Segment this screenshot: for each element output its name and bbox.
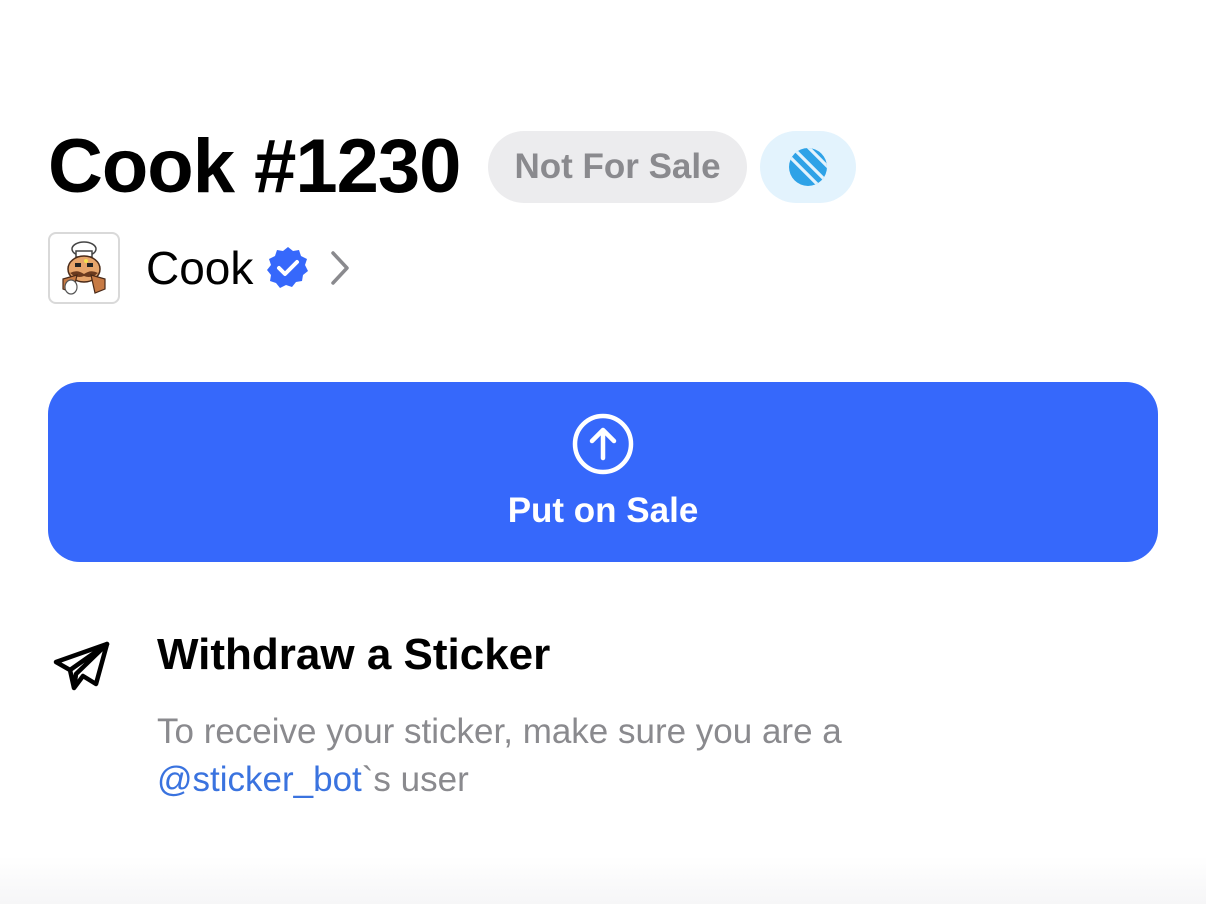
bottom-sheet-edge (0, 856, 1206, 904)
page-title: Cook #1230 (48, 124, 461, 209)
withdraw-description-suffix: `s user (361, 760, 469, 799)
put-on-sale-button[interactable]: Put on Sale (48, 382, 1158, 562)
chef-sticker-image (62, 241, 106, 295)
status-badge: Not For Sale (488, 131, 747, 203)
withdraw-description-prefix: To receive your sticker, make sure you a… (157, 712, 842, 751)
collection-link[interactable]: Cook (48, 232, 351, 304)
withdraw-description: To receive your sticker, make sure you a… (157, 708, 1057, 804)
put-on-sale-label: Put on Sale (507, 491, 699, 530)
collection-thumbnail (48, 232, 120, 304)
ton-icon (788, 148, 827, 186)
title-row: Cook #1230 Not For Sale (48, 122, 856, 212)
sticker-bot-link[interactable]: @sticker_bot (157, 760, 362, 799)
arrow-up-circle-icon (572, 413, 634, 475)
verified-badge-icon (265, 245, 311, 291)
withdraw-title: Withdraw a Sticker (157, 630, 551, 679)
chevron-right-icon (329, 250, 351, 286)
collection-name: Cook (146, 242, 254, 294)
ton-currency-badge[interactable] (759, 131, 856, 203)
sticker-detail-page: Cook #1230 Not For Sale Cook Put on Sale… (0, 0, 1206, 904)
paper-plane-icon (52, 640, 112, 697)
